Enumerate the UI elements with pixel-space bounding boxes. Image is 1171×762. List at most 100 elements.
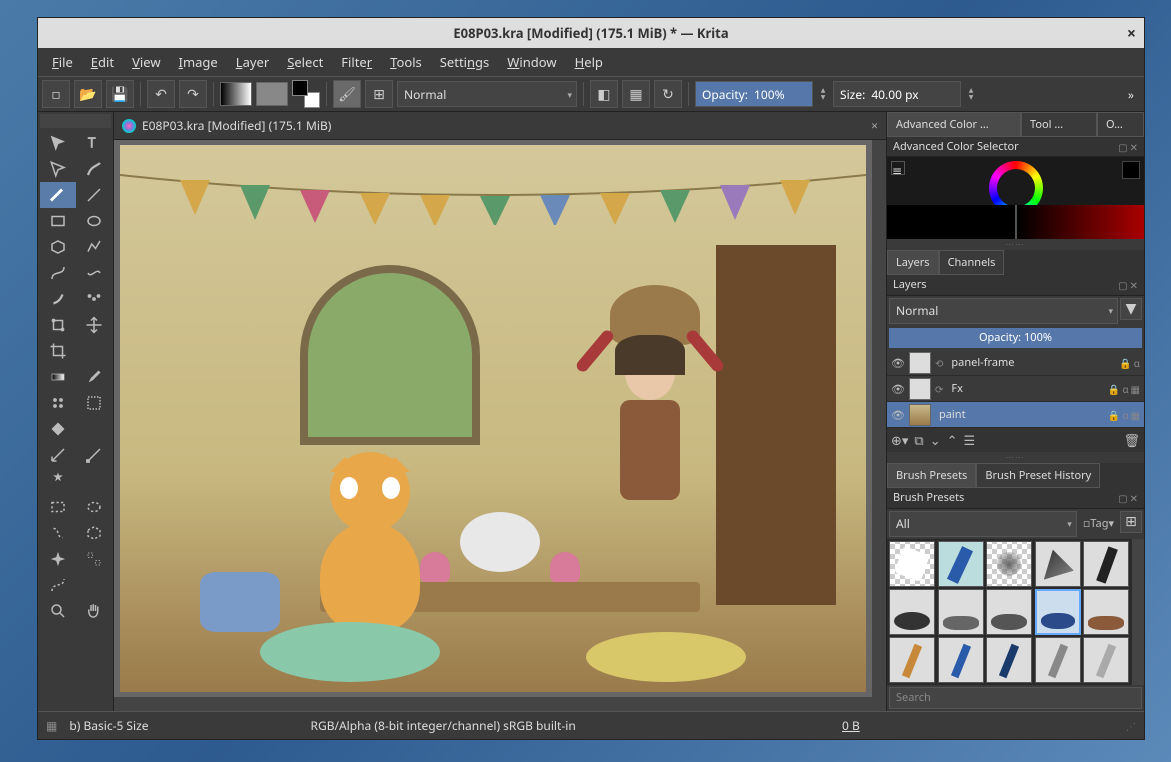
preset-pencil-4[interactable]: [1035, 637, 1081, 683]
fg-bg-colors[interactable]: [292, 80, 320, 108]
tab-brush-presets[interactable]: Brush Presets: [887, 463, 976, 488]
horizontal-scrollbar[interactable]: [114, 697, 886, 711]
close-tab-icon[interactable]: ×: [871, 117, 878, 134]
reload-preset-button[interactable]: ↻: [654, 80, 682, 108]
multibrush-tool-icon[interactable]: [76, 286, 112, 312]
inherit-icon[interactable]: ▦: [1131, 408, 1140, 422]
pattern-swatch[interactable]: [256, 82, 288, 106]
layer-filter-icon[interactable]: ▼: [1120, 298, 1142, 320]
alpha-icon[interactable]: α: [1122, 408, 1128, 422]
preset-pencil-2[interactable]: [938, 637, 984, 683]
transform-tool-icon[interactable]: [40, 312, 76, 338]
color-picker-tool-icon[interactable]: [76, 364, 112, 390]
contiguous-select-tool-icon[interactable]: [40, 546, 76, 572]
size-slider[interactable]: Size: 40.00 px: [833, 81, 961, 107]
tag-filter-combo[interactable]: All: [889, 511, 1077, 537]
move-layer-tool-icon[interactable]: [76, 312, 112, 338]
freehand-select-tool-icon[interactable]: [40, 520, 76, 546]
edit-brush-button[interactable]: ⊞: [365, 80, 393, 108]
eraser-mode-button[interactable]: ◧: [590, 80, 618, 108]
canvas[interactable]: [114, 140, 872, 697]
preset-ink[interactable]: [1035, 541, 1081, 587]
blend-mode-combo[interactable]: Normal: [397, 81, 577, 107]
undo-button[interactable]: ↶: [147, 80, 175, 108]
save-button[interactable]: 💾: [106, 80, 134, 108]
brush-preset-button[interactable]: 🖌: [333, 80, 361, 108]
tab-tool-options[interactable]: Tool …: [1021, 112, 1097, 137]
size-spinner[interactable]: ▲▼: [965, 87, 977, 101]
bezier-select-tool-icon[interactable]: [40, 572, 76, 598]
preset-pencil-1[interactable]: [889, 637, 935, 683]
dynamic-brush-tool-icon[interactable]: [40, 286, 76, 312]
preset-eraser[interactable]: [889, 541, 935, 587]
resize-grip-icon[interactable]: ⋰: [1126, 719, 1136, 733]
search-input[interactable]: Search: [889, 687, 1142, 709]
layer-opacity-slider[interactable]: Opacity: 100%: [889, 328, 1142, 348]
preset-brush-2[interactable]: [938, 589, 984, 635]
float-icon[interactable]: ▢: [1118, 140, 1127, 154]
document-tab[interactable]: E08P03.kra [Modified] (175.1 MiB) ×: [114, 112, 886, 140]
visibility-icon[interactable]: 👁: [891, 382, 905, 396]
menu-file[interactable]: File: [44, 50, 81, 74]
crop-tool-icon[interactable]: [40, 338, 76, 364]
tab-overview[interactable]: O…: [1097, 112, 1144, 137]
calligraphy-tool-icon[interactable]: [76, 156, 112, 182]
menu-tools[interactable]: Tools: [382, 50, 430, 74]
pan-tool-icon[interactable]: [76, 598, 112, 624]
polygon-tool-icon[interactable]: [40, 234, 76, 260]
preset-marker[interactable]: [1083, 541, 1129, 587]
preset-pencil-3[interactable]: [986, 637, 1032, 683]
menu-edit[interactable]: Edit: [83, 50, 122, 74]
move-down-button[interactable]: ⌄: [930, 431, 941, 449]
toolbar-overflow-icon[interactable]: »: [1122, 86, 1140, 103]
tab-channels[interactable]: Channels: [939, 250, 1005, 275]
ellipse-select-tool-icon[interactable]: [76, 494, 112, 520]
tag-button[interactable]: ▫ Tag ▾: [1079, 511, 1118, 537]
similar-select-tool-icon[interactable]: [76, 546, 112, 572]
opacity-slider[interactable]: Opacity: 100%: [695, 81, 813, 107]
zoom-tool-icon[interactable]: [40, 598, 76, 624]
color-menu-icon[interactable]: ≡: [891, 161, 905, 175]
close-presets-icon[interactable]: ✕: [1130, 491, 1138, 505]
vertical-scrollbar[interactable]: [872, 140, 886, 697]
close-layers-icon[interactable]: ✕: [1130, 278, 1138, 292]
close-icon[interactable]: ×: [1127, 22, 1136, 44]
menu-select[interactable]: Select: [279, 50, 331, 74]
rect-tool-icon[interactable]: [40, 208, 76, 234]
rect-select-tool-icon[interactable]: [40, 494, 76, 520]
alpha-icon[interactable]: α: [1134, 356, 1140, 370]
preset-pencil-5[interactable]: [1083, 637, 1129, 683]
inherit-icon[interactable]: ▦: [1131, 382, 1140, 396]
preset-airbrush[interactable]: [986, 541, 1032, 587]
close-panel-icon[interactable]: ✕: [1130, 140, 1138, 154]
menu-help[interactable]: Help: [567, 50, 611, 74]
smart-fill-tool-icon[interactable]: [76, 390, 112, 416]
tab-layers[interactable]: Layers: [887, 250, 939, 275]
redo-button[interactable]: ↷: [179, 80, 207, 108]
properties-button[interactable]: ☰: [964, 431, 976, 449]
duplicate-layer-button[interactable]: ⧉: [914, 431, 923, 449]
color-selector[interactable]: ≡: [887, 157, 1144, 239]
visibility-icon[interactable]: 👁: [891, 356, 905, 370]
move-tool-icon[interactable]: [40, 130, 76, 156]
layer-row[interactable]: 👁 paint 🔒α▦: [887, 402, 1144, 428]
alpha-lock-button[interactable]: ▦: [622, 80, 650, 108]
menu-filter[interactable]: Filter: [333, 50, 380, 74]
add-layer-button[interactable]: ⊕▾: [891, 431, 908, 449]
tab-brush-history[interactable]: Brush Preset History: [976, 463, 1100, 488]
lock-icon[interactable]: 🔒: [1108, 408, 1120, 422]
lock-icon[interactable]: 🔒: [1108, 382, 1120, 396]
line-tool-icon[interactable]: [76, 182, 112, 208]
menu-window[interactable]: Window: [499, 50, 564, 74]
preset-pen-blue[interactable]: [938, 541, 984, 587]
menu-settings[interactable]: Settings: [432, 50, 498, 74]
menu-image[interactable]: Image: [171, 50, 226, 74]
measure-tool-icon[interactable]: [76, 442, 112, 468]
delete-layer-button[interactable]: 🗑: [1123, 431, 1140, 449]
gradient-tool-icon[interactable]: [40, 364, 76, 390]
layer-row[interactable]: 👁 ⟲ panel-frame 🔒α: [887, 350, 1144, 376]
fill-tool-icon[interactable]: [40, 416, 76, 442]
polyline-tool-icon[interactable]: [76, 234, 112, 260]
float-layers-icon[interactable]: ▢: [1118, 278, 1127, 292]
menu-layer[interactable]: Layer: [228, 50, 277, 74]
